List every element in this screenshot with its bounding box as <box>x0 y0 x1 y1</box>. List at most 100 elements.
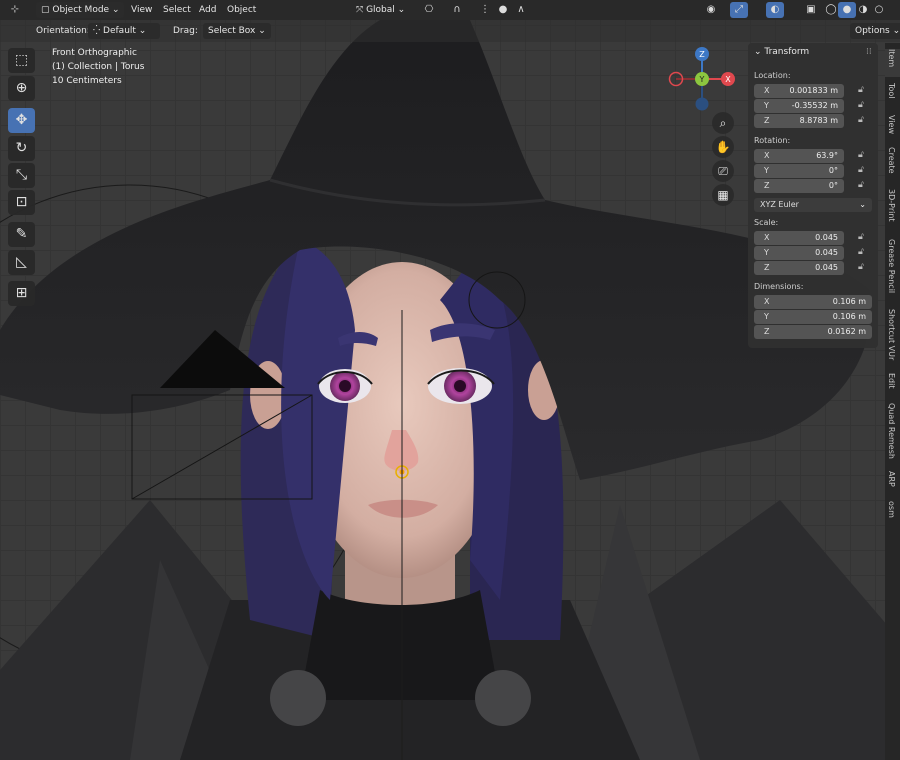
proportional-edit-icon[interactable]: ● <box>494 2 512 18</box>
view-name: Front Orthographic <box>52 48 137 58</box>
tab-label: Shortcut VUr <box>887 309 896 361</box>
tab-create[interactable]: Create <box>885 147 900 183</box>
lock-icon[interactable]: 🔓︎ <box>858 247 864 257</box>
add-cube-tool-icon[interactable]: ⊞ <box>8 281 35 306</box>
select-box-tool-icon[interactable]: ⬚ <box>8 48 35 73</box>
tab-osm[interactable]: osm <box>885 501 900 525</box>
scale-tool-icon[interactable]: ⤡ <box>8 163 35 188</box>
menu-add[interactable]: Add <box>199 2 216 18</box>
xray-toggle-icon[interactable]: ▣ <box>802 2 820 18</box>
location-z-value: 8.8783 m <box>799 116 838 125</box>
axis-label: Z <box>764 327 770 336</box>
location-y-field[interactable]: Y -0.35532 m <box>754 99 844 113</box>
tab-grease-pencil[interactable]: Grease Pencil <box>885 239 900 303</box>
rotation-mode-dropdown[interactable]: XYZ Euler ⌄ <box>754 198 872 212</box>
axis-label: Y <box>764 101 769 110</box>
annotate-tool-icon[interactable]: ✎ <box>8 222 35 247</box>
overlays-toggle-icon[interactable]: ◐ <box>766 2 784 18</box>
rotation-z-value: 0° <box>828 181 838 190</box>
scale-x-field[interactable]: X 0.045 <box>754 231 844 245</box>
location-y-value: -0.35532 m <box>791 101 838 110</box>
options-dropdown[interactable]: Options ⌄ <box>850 23 900 39</box>
tab-label: Edit <box>887 373 896 389</box>
transform-panel-header[interactable]: ⌄ Transform <box>754 47 809 57</box>
tool-settings-header: Orientation: ⁛ Default ⌄ Drag: Select Bo… <box>0 20 900 42</box>
visibility-icon[interactable]: ◉ <box>702 2 720 18</box>
move-tool-icon[interactable]: ✥ <box>8 108 35 133</box>
dimensions-z-field[interactable]: Z 0.0162 m <box>754 325 872 339</box>
tab-view[interactable]: View <box>885 115 900 141</box>
rotation-y-field[interactable]: Y 0° <box>754 164 844 178</box>
rotation-x-field[interactable]: X 63.9° <box>754 149 844 163</box>
location-label: Location: <box>754 71 791 80</box>
gizmo-z-label: Z <box>699 50 705 59</box>
pan-hand-icon[interactable]: ✋ <box>712 136 734 158</box>
options-label: Options <box>855 26 890 36</box>
tab-label: Create <box>887 147 896 174</box>
tab-label: Tool <box>887 83 896 99</box>
snap-icon[interactable]: ∩ <box>448 2 466 18</box>
cursor-tool-icon[interactable]: ⊕ <box>8 76 35 101</box>
drag-value: Select Box <box>208 26 256 36</box>
ortho-grid-icon[interactable]: ▦ <box>712 184 734 206</box>
lock-icon[interactable]: 🔓︎ <box>858 262 864 272</box>
lock-icon[interactable]: 🔓︎ <box>858 165 864 175</box>
dimensions-label: Dimensions: <box>754 282 804 291</box>
tab-quad-remesh[interactable]: Quad Remesh <box>885 403 900 465</box>
dimensions-y-field[interactable]: Y 0.106 m <box>754 310 872 324</box>
object-mode-icon: ▢ <box>41 5 53 15</box>
menu-object[interactable]: Object <box>227 2 256 18</box>
tab-item[interactable]: Item <box>885 49 900 77</box>
lock-icon[interactable]: 🔓︎ <box>858 100 864 110</box>
tab-label: Quad Remesh <box>887 403 896 459</box>
dimensions-z-value: 0.0162 m <box>827 327 866 336</box>
lock-icon[interactable]: 🔓︎ <box>858 85 864 95</box>
camera-view-icon[interactable]: ⎚ <box>712 160 734 182</box>
lock-icon[interactable]: 🔓︎ <box>858 150 864 160</box>
location-z-field[interactable]: Z 8.8783 m <box>754 114 844 128</box>
scale-y-field[interactable]: Y 0.045 <box>754 246 844 260</box>
viewport-header: ⊹ ▢ Object Mode ⌄ View Select Add Object… <box>0 0 900 20</box>
transform-tool-icon[interactable]: ⊡ <box>8 190 35 215</box>
tab-tool[interactable]: Tool <box>885 83 900 109</box>
rotation-y-value: 0° <box>828 166 838 175</box>
tab-shortcut-vur[interactable]: Shortcut VUr <box>885 309 900 367</box>
tab-3d-print[interactable]: 3D-Print <box>885 189 900 233</box>
gizmo-x-label: X <box>725 75 731 84</box>
drag-dropdown[interactable]: Select Box ⌄ <box>203 23 271 39</box>
location-x-field[interactable]: X 0.001833 m <box>754 84 844 98</box>
scale-label: Scale: <box>754 218 779 227</box>
editor-type-icon[interactable]: ⊹ <box>6 2 24 18</box>
pivot-point-icon[interactable]: ⎔ <box>420 2 438 18</box>
orientation-value: Default <box>103 26 136 36</box>
measure-tool-icon[interactable]: ◺ <box>8 250 35 275</box>
axis-label: Y <box>764 248 769 257</box>
axis-label: X <box>764 233 770 242</box>
tab-edit[interactable]: Edit <box>885 373 900 397</box>
transform-orientation-dropdown[interactable]: ⤧ Global ⌄ <box>356 2 405 18</box>
menu-view[interactable]: View <box>131 2 152 18</box>
zoom-icon[interactable]: ⌕ <box>712 112 734 134</box>
mode-label: Object Mode <box>52 5 110 15</box>
lock-icon[interactable]: 🔓︎ <box>858 115 864 125</box>
menu-select[interactable]: Select <box>163 2 191 18</box>
lock-icon[interactable]: 🔓︎ <box>858 232 864 242</box>
scale-z-field[interactable]: Z 0.045 <box>754 261 844 275</box>
drag-handle-icon[interactable]: ⁞⁞ <box>866 47 872 57</box>
axis-label: X <box>764 297 770 306</box>
transform-panel: ⌄ Transform ⁞⁞ Location: X 0.001833 m 🔓︎ … <box>748 43 878 348</box>
tab-arp[interactable]: ARP <box>885 471 900 495</box>
axis-label: X <box>764 86 770 95</box>
snap-settings-icon[interactable]: ⋮ <box>476 2 494 18</box>
orientation-label: Orientation: <box>36 26 90 36</box>
dimensions-x-field[interactable]: X 0.106 m <box>754 295 872 309</box>
gizmo-toggle-icon[interactable]: ⤢ <box>730 2 748 18</box>
rendered-shading-icon[interactable]: ○ <box>870 2 888 18</box>
rotate-tool-icon[interactable]: ↻ <box>8 136 35 161</box>
falloff-icon[interactable]: ∧ <box>512 2 530 18</box>
rotation-z-field[interactable]: Z 0° <box>754 179 844 193</box>
lock-icon[interactable]: 🔓︎ <box>858 180 864 190</box>
orientation-dropdown[interactable]: ⁛ Default ⌄ <box>88 23 160 39</box>
navigation-gizmo[interactable]: Z X Y <box>665 44 741 114</box>
mode-dropdown[interactable]: ▢ Object Mode ⌄ <box>36 2 125 18</box>
